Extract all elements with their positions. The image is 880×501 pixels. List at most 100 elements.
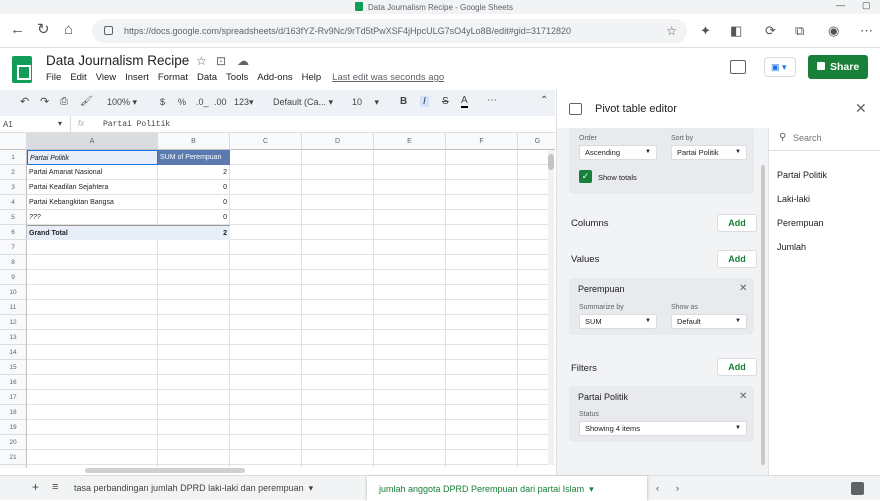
profile-icon[interactable]: ◉: [828, 23, 839, 39]
menu-insert[interactable]: Insert: [125, 72, 149, 83]
show-totals-checkbox[interactable]: ✓: [579, 170, 592, 183]
add-sheet-icon[interactable]: +: [32, 480, 39, 494]
text-color-button[interactable]: A: [461, 95, 468, 108]
column-header-a[interactable]: A: [27, 133, 158, 150]
explore-icon[interactable]: [851, 482, 864, 495]
maximize-icon[interactable]: ▢: [862, 0, 871, 11]
row-header-8[interactable]: 8: [0, 255, 27, 270]
row-header-15[interactable]: 15: [0, 360, 27, 375]
field-item-partai-politik[interactable]: Partai Politik: [777, 170, 827, 180]
sortby-dropdown[interactable]: Partai Politik ▼: [671, 145, 747, 160]
column-header-b[interactable]: B: [158, 133, 230, 150]
table-row-label[interactable]: ???: [27, 210, 158, 225]
browser-menu-icon[interactable]: ⋯: [860, 23, 873, 39]
column-header-d[interactable]: D: [302, 133, 374, 150]
column-header-g[interactable]: G: [518, 133, 555, 150]
paint-format-icon[interactable]: 🖌: [80, 96, 93, 107]
zoom-select[interactable]: 100% ▾: [107, 97, 137, 108]
print-icon[interactable]: ⎙: [60, 96, 68, 107]
star-icon[interactable]: ☆: [196, 54, 207, 68]
font-size-select[interactable]: 10 ▾: [352, 97, 379, 108]
more-formats-button[interactable]: 123▾: [234, 97, 254, 108]
sheets-logo-icon[interactable]: [12, 56, 32, 83]
home-icon[interactable]: ⌂: [64, 22, 73, 38]
formula-input[interactable]: Partai Politik: [103, 120, 170, 129]
column-header-f[interactable]: F: [446, 133, 518, 150]
row-header-2[interactable]: 2: [0, 165, 27, 180]
column-header-e[interactable]: E: [374, 133, 446, 150]
remove-value-icon[interactable]: ✕: [739, 283, 747, 294]
menu-edit[interactable]: Edit: [70, 72, 86, 83]
share-button[interactable]: Share: [808, 55, 868, 79]
row-header-14[interactable]: 14: [0, 345, 27, 360]
row-header-20[interactable]: 20: [0, 435, 27, 450]
select-all-corner[interactable]: [0, 133, 27, 150]
order-dropdown[interactable]: Ascending ▼: [579, 145, 657, 160]
row-header-4[interactable]: 4: [0, 195, 27, 210]
address-bar[interactable]: https://docs.google.com/spreadsheets/d/1…: [92, 19, 687, 43]
horizontal-scrollbar[interactable]: [85, 468, 245, 473]
menu-format[interactable]: Format: [158, 72, 188, 83]
row-header-7[interactable]: 7: [0, 240, 27, 255]
vertical-scroll-thumb[interactable]: [548, 154, 554, 170]
italic-button[interactable]: I: [420, 96, 429, 107]
table-row-label[interactable]: Partai Keadilan Sejahtera: [27, 180, 158, 195]
field-item-laki-laki[interactable]: Laki-laki: [777, 194, 810, 204]
row-header-18[interactable]: 18: [0, 405, 27, 420]
row-header-21[interactable]: 21: [0, 450, 27, 465]
row-header-3[interactable]: 3: [0, 180, 27, 195]
menu-file[interactable]: File: [46, 72, 61, 83]
row-header-22[interactable]: 22: [0, 465, 27, 468]
undo-icon[interactable]: ↶: [20, 95, 29, 108]
close-icon[interactable]: ✕: [855, 100, 867, 117]
row-header-19[interactable]: 19: [0, 420, 27, 435]
decrease-decimal-button[interactable]: .0_: [196, 97, 209, 107]
row-header-17[interactable]: 17: [0, 390, 27, 405]
bold-button[interactable]: B: [400, 96, 407, 107]
cell-a1-header[interactable]: Partai Politik: [27, 150, 158, 165]
document-title[interactable]: Data Journalism Recipe: [46, 53, 189, 68]
table-row-value[interactable]: 0: [158, 180, 230, 195]
name-box[interactable]: A1: [3, 120, 13, 129]
add-value-button[interactable]: Add: [717, 250, 757, 268]
cell-b1-header[interactable]: SUM of Perempuan: [158, 150, 230, 165]
redo-icon[interactable]: ↷: [40, 95, 49, 108]
summarize-dropdown[interactable]: SUM ▼: [579, 314, 657, 329]
sync-icon[interactable]: ⟳: [765, 23, 776, 39]
remove-filter-icon[interactable]: ✕: [739, 391, 747, 402]
sheet-tab-1[interactable]: tasa perbandingan jumlah DPRD laki-laki …: [74, 483, 313, 494]
pivot-scrollbar[interactable]: [761, 165, 765, 465]
table-row-label[interactable]: Partai Kebangkitan Bangsa: [27, 195, 158, 210]
row-header-1[interactable]: 1: [0, 150, 27, 165]
row-header-11[interactable]: 11: [0, 300, 27, 315]
collections-icon[interactable]: ⧉: [795, 23, 804, 39]
field-search-input[interactable]: [793, 130, 877, 146]
row-header-10[interactable]: 10: [0, 285, 27, 300]
spreadsheet-grid[interactable]: A B C D E F G 1 2 3 4 5 6 7 8 9 10 11 12 13 14 15 16 17 1…: [0, 133, 555, 468]
table-row-value[interactable]: 2: [158, 165, 230, 180]
field-item-perempuan[interactable]: Perempuan: [777, 218, 824, 228]
minimize-icon[interactable]: —: [836, 0, 845, 10]
status-dropdown[interactable]: Showing 4 items ▼: [579, 421, 747, 436]
percent-button[interactable]: %: [178, 97, 186, 107]
row-header-6[interactable]: 6: [0, 225, 27, 240]
table-row-value[interactable]: 0: [158, 210, 230, 225]
row-header-13[interactable]: 13: [0, 330, 27, 345]
row-header-16[interactable]: 16: [0, 375, 27, 390]
row-header-5[interactable]: 5: [0, 210, 27, 225]
table-row-label[interactable]: Partai Amanat Nasional: [27, 165, 158, 180]
comment-history-icon[interactable]: [730, 60, 746, 74]
name-box-dropdown-icon[interactable]: ▾: [58, 119, 62, 128]
reload-icon[interactable]: ↻: [37, 22, 50, 38]
tab-scroll-right-icon[interactable]: ›: [676, 483, 679, 493]
menu-view[interactable]: View: [96, 72, 116, 83]
menu-help[interactable]: Help: [302, 72, 322, 83]
grand-total-value[interactable]: 2: [158, 225, 230, 240]
grand-total-label[interactable]: Grand Total: [27, 225, 158, 240]
currency-button[interactable]: $: [160, 97, 165, 107]
font-select[interactable]: Default (Ca... ▾: [273, 97, 333, 108]
strikethrough-button[interactable]: S: [442, 96, 449, 107]
tab-scroll-left-icon[interactable]: ‹: [656, 483, 659, 493]
row-header-12[interactable]: 12: [0, 315, 27, 330]
bookmark-star-icon[interactable]: ☆: [666, 19, 677, 43]
